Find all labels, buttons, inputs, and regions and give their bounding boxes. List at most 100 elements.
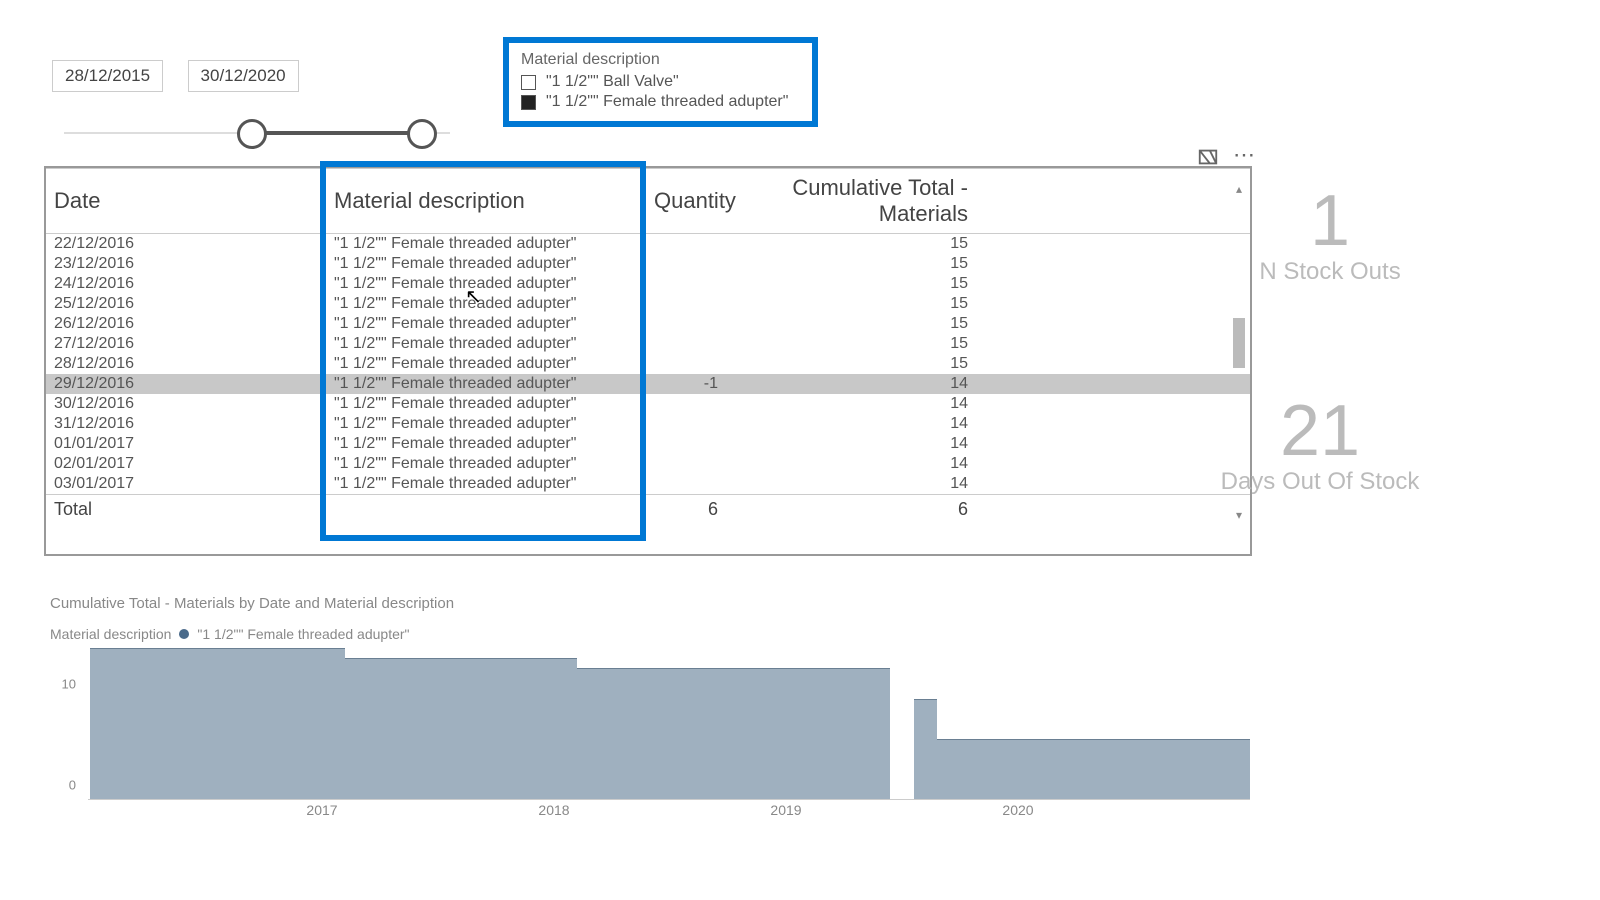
date-end-input[interactable]: 30/12/2020 (188, 60, 299, 92)
cell-material: "1 1/2"" Female threaded adupter" (326, 354, 646, 374)
slider-handle-end[interactable] (407, 119, 437, 149)
table-row[interactable]: 24/12/2016"1 1/2"" Female threaded adupt… (46, 274, 1250, 294)
table-row[interactable]: 28/12/2016"1 1/2"" Female threaded adupt… (46, 354, 1250, 374)
cumulative-chart[interactable]: Cumulative Total - Materials by Date and… (50, 595, 1250, 818)
cell-qty (646, 474, 726, 495)
y-tick: 0 (69, 778, 76, 793)
material-option-label: "1 1/2"" Female threaded adupter" (546, 93, 788, 111)
card-stockouts: 1 N Stock Outs (1180, 180, 1480, 286)
legend-series-label: "1 1/2"" Female threaded adupter" (197, 626, 409, 642)
cell-date: 27/12/2016 (46, 334, 326, 354)
table-total-row: Total 6 6 (46, 495, 1250, 525)
date-start-input[interactable]: 28/12/2015 (52, 60, 163, 92)
cell-qty (646, 334, 726, 354)
date-slider[interactable] (52, 114, 462, 154)
x-axis: 2017 2018 2019 2020 (90, 802, 1250, 818)
cell-material: "1 1/2"" Female threaded adupter" (326, 454, 646, 474)
cell-cum: 14 (726, 374, 976, 394)
table-row[interactable]: 01/01/2017"1 1/2"" Female threaded adupt… (46, 434, 1250, 454)
slider-handle-start[interactable] (237, 119, 267, 149)
y-tick: 10 (62, 676, 76, 691)
col-cumulative-header[interactable]: Cumulative Total - Materials (726, 169, 976, 234)
cell-qty (646, 434, 726, 454)
cell-qty (646, 254, 726, 274)
legend-field-label: Material description (50, 626, 171, 642)
total-qty: 6 (646, 495, 726, 525)
checkbox-icon[interactable] (521, 75, 536, 90)
table-row[interactable]: 31/12/2016"1 1/2"" Female threaded adupt… (46, 414, 1250, 434)
cell-material: "1 1/2"" Female threaded adupter" (326, 234, 646, 255)
cell-cum: 15 (726, 254, 976, 274)
material-option-female-adapter[interactable]: "1 1/2"" Female threaded adupter" (521, 93, 800, 111)
cell-material: "1 1/2"" Female threaded adupter" (326, 434, 646, 454)
table-row[interactable]: 29/12/2016"1 1/2"" Female threaded adupt… (46, 374, 1250, 394)
cell-date: 01/01/2017 (46, 434, 326, 454)
table-row[interactable]: 30/12/2016"1 1/2"" Female threaded adupt… (46, 394, 1250, 414)
chart-title: Cumulative Total - Materials by Date and… (50, 595, 1250, 612)
chart-bars (90, 648, 1250, 800)
cell-qty (646, 274, 726, 294)
x-tick: 2019 (770, 802, 801, 818)
cell-qty (646, 354, 726, 374)
col-material-header[interactable]: Material description (326, 169, 646, 234)
cell-qty (646, 234, 726, 255)
cell-qty (646, 294, 726, 314)
cell-material: "1 1/2"" Female threaded adupter" (326, 474, 646, 495)
chart-plot-area[interactable]: 0 10 2017 2018 2019 2020 (50, 648, 1250, 818)
cell-qty (646, 314, 726, 334)
cell-cum: 15 (726, 274, 976, 294)
cell-material: "1 1/2"" Female threaded adupter" (326, 294, 646, 314)
cell-date: 29/12/2016 (46, 374, 326, 394)
material-slicer[interactable]: Material description "1 1/2"" Ball Valve… (503, 37, 818, 127)
x-tick: 2018 (538, 802, 569, 818)
cell-cum: 14 (726, 414, 976, 434)
table-row[interactable]: 03/01/2017"1 1/2"" Female threaded adupt… (46, 474, 1250, 495)
checkbox-filled-icon[interactable] (521, 95, 536, 110)
card-days-out: 21 Days Out Of Stock (1160, 390, 1480, 496)
scroll-thumb[interactable] (1233, 318, 1245, 368)
cell-date: 02/01/2017 (46, 454, 326, 474)
cell-qty (646, 414, 726, 434)
material-option-ball-valve[interactable]: "1 1/2"" Ball Valve" (521, 73, 800, 91)
cell-qty (646, 394, 726, 414)
cell-date: 28/12/2016 (46, 354, 326, 374)
total-label: Total (46, 495, 326, 525)
more-options-icon[interactable] (1233, 146, 1255, 168)
chart-step (937, 739, 1250, 800)
cell-cum: 15 (726, 294, 976, 314)
col-quantity-header[interactable]: Quantity (646, 169, 726, 234)
chart-legend: Material description "1 1/2"" Female thr… (50, 626, 1250, 642)
col-date-header[interactable]: Date (46, 169, 326, 234)
chart-step (577, 668, 890, 800)
table-row[interactable]: 25/12/2016"1 1/2"" Female threaded adupt… (46, 294, 1250, 314)
chart-step (914, 699, 937, 800)
cell-date: 24/12/2016 (46, 274, 326, 294)
cell-material: "1 1/2"" Female threaded adupter" (326, 334, 646, 354)
chart-step (90, 648, 345, 800)
cell-material: "1 1/2"" Female threaded adupter" (326, 374, 646, 394)
card-stockouts-value: 1 (1180, 180, 1480, 262)
materials-table[interactable]: Date Material description Quantity Cumul… (44, 166, 1252, 556)
table-row[interactable]: 27/12/2016"1 1/2"" Female threaded adupt… (46, 334, 1250, 354)
date-range-slicer[interactable]: 28/12/2015 30/12/2020 (52, 60, 462, 154)
table-row[interactable]: 22/12/2016"1 1/2"" Female threaded adupt… (46, 234, 1250, 255)
material-option-label: "1 1/2"" Ball Valve" (546, 73, 679, 91)
table-row[interactable]: 02/01/2017"1 1/2"" Female threaded adupt… (46, 454, 1250, 474)
cell-cum: 15 (726, 334, 976, 354)
scroll-down-icon[interactable]: ▾ (1230, 508, 1248, 524)
card-days-label: Days Out Of Stock (1160, 468, 1480, 496)
x-axis-line (88, 799, 1250, 800)
cell-date: 26/12/2016 (46, 314, 326, 334)
cell-material: "1 1/2"" Female threaded adupter" (326, 254, 646, 274)
x-tick: 2017 (306, 802, 337, 818)
card-stockouts-label: N Stock Outs (1180, 258, 1480, 286)
cell-date: 25/12/2016 (46, 294, 326, 314)
focus-mode-icon[interactable] (1197, 146, 1219, 168)
cell-qty (646, 454, 726, 474)
table-row[interactable]: 26/12/2016"1 1/2"" Female threaded adupt… (46, 314, 1250, 334)
cell-material: "1 1/2"" Female threaded adupter" (326, 314, 646, 334)
cell-cum: 14 (726, 434, 976, 454)
x-tick: 2020 (1002, 802, 1033, 818)
cell-date: 31/12/2016 (46, 414, 326, 434)
table-row[interactable]: 23/12/2016"1 1/2"" Female threaded adupt… (46, 254, 1250, 274)
